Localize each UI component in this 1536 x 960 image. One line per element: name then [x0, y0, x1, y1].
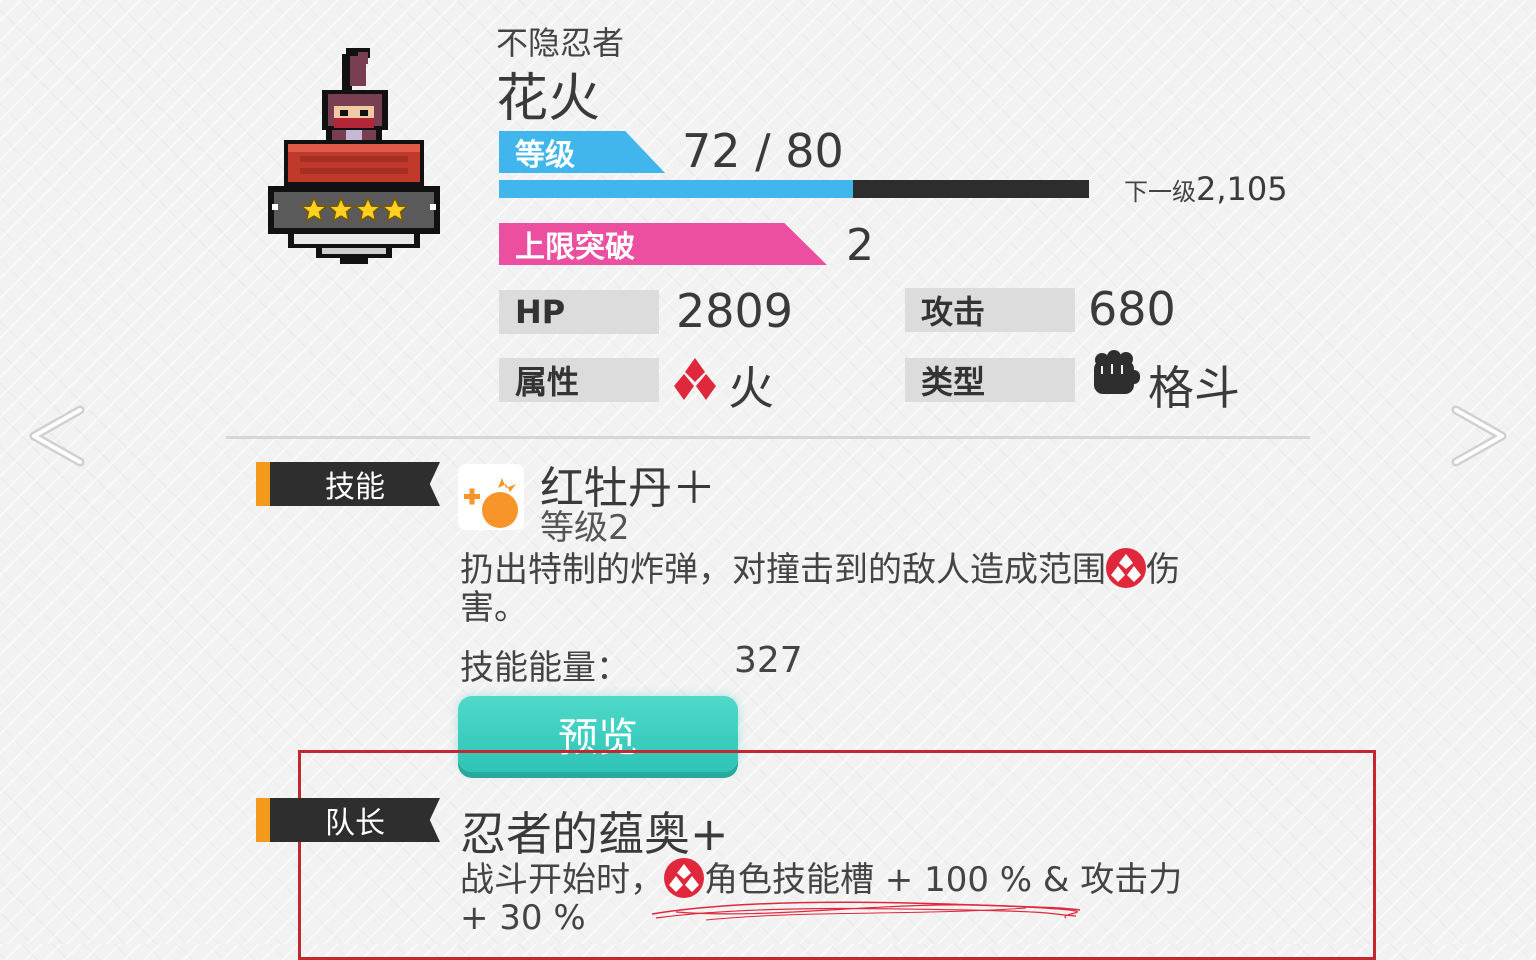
leader-section-tag: 队长 — [256, 798, 440, 842]
skill-section-tag: 技能 — [256, 462, 440, 506]
skill-description-text: 扔出特制的炸弹，对撞击到的敌人造成范围 — [460, 550, 1106, 590]
section-divider — [226, 436, 1310, 439]
leader-description-text-2: 角色技能槽 + 100 % & 攻击力 — [704, 860, 1183, 900]
skill-energy-value: 327 — [734, 640, 803, 681]
previous-character-button[interactable] — [26, 400, 90, 472]
level-label: 等级 — [499, 131, 665, 173]
skill-description: 扔出特制的炸弹，对撞击到的敌人造成范围伤 害。 — [460, 548, 1250, 627]
section-stripe — [256, 462, 270, 506]
skill-energy-label: 技能能量： — [460, 648, 630, 688]
leader-description-text: 战斗开始时， — [460, 860, 664, 900]
attribute-value: 火 — [728, 361, 774, 415]
hp-value: 2809 — [676, 284, 794, 338]
skill-description-text-3: 害。 — [460, 588, 528, 628]
underline-scribble — [651, 901, 1081, 921]
next-level-label: 下一级 — [1124, 178, 1196, 206]
type-value: 格斗 — [1148, 361, 1240, 415]
attribute-label: 属性 — [499, 358, 659, 402]
leader-skill-name: 忍者的蕴奥+ — [460, 807, 729, 861]
skill-section-label: 技能 — [270, 462, 440, 506]
section-stripe — [256, 798, 270, 842]
limit-break-label: 上限突破 — [499, 223, 827, 265]
leader-section-label: 队长 — [270, 798, 440, 842]
skill-level: 等级2 — [540, 508, 630, 548]
fire-element-icon — [664, 858, 704, 898]
type-label: 类型 — [905, 358, 1075, 402]
limit-break-value: 2 — [846, 220, 874, 271]
next-level-value: 2,105 — [1196, 170, 1288, 208]
hp-label: HP — [499, 290, 659, 334]
attack-label: 攻击 — [905, 288, 1075, 332]
fire-element-icon — [1106, 548, 1146, 588]
character-name: 花火 — [496, 69, 601, 129]
fist-icon — [1088, 350, 1142, 402]
level-value: 72 / 80 — [682, 124, 844, 178]
next-level-indicator: 下一级2,105 — [1124, 170, 1288, 208]
character-portrait — [266, 44, 442, 266]
leader-description-text-3: + 30 % — [460, 898, 586, 938]
bomb-icon — [458, 464, 524, 530]
attack-value: 680 — [1088, 282, 1176, 336]
skill-description-text-2: 伤 — [1146, 550, 1180, 590]
chevron-right-icon — [1451, 405, 1507, 467]
fire-element-icon — [672, 356, 718, 402]
xp-progress-fill — [499, 180, 853, 198]
next-character-button[interactable] — [1446, 400, 1510, 472]
chevron-left-icon — [29, 405, 85, 467]
xp-progress-bar — [499, 180, 1089, 198]
